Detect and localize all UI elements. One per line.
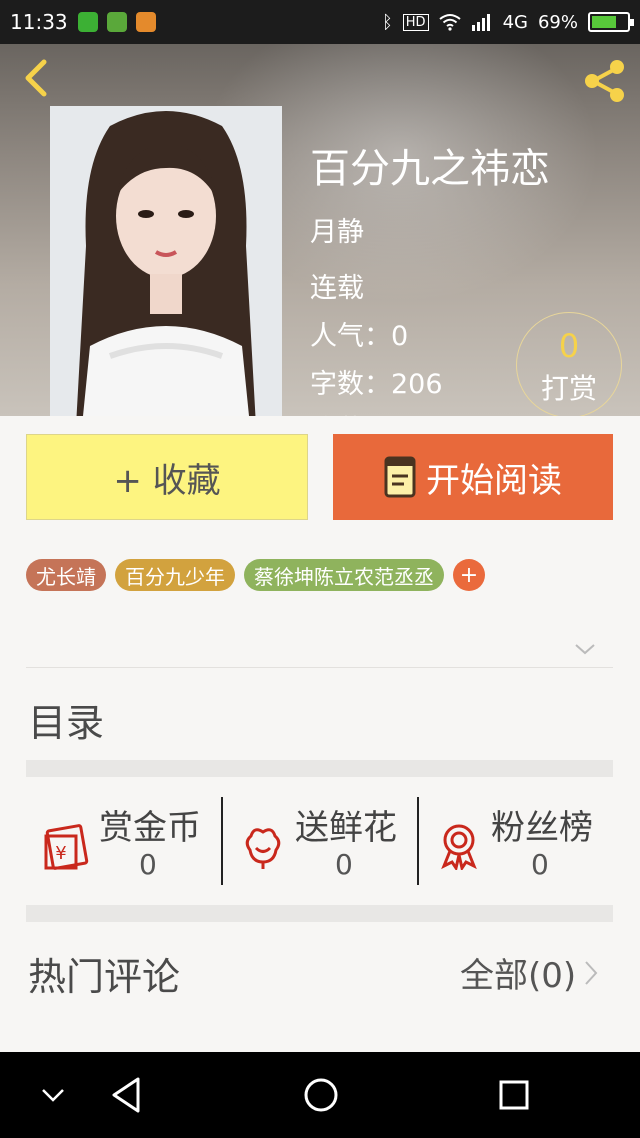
gold-coin-reward[interactable]: ¥ 赏金币 0: [26, 798, 222, 884]
hide-keyboard-icon[interactable]: [36, 1074, 70, 1116]
cover-image: [50, 106, 282, 416]
book-popularity: 人气：0: [310, 321, 409, 352]
money-envelope-icon: ¥: [44, 824, 89, 870]
tag-item[interactable]: 百分九少年: [115, 559, 235, 591]
system-nav-bar: [0, 1052, 640, 1138]
tag-list: 尤长靖 百分九少年 蔡徐坤陈立农范丞丞 +: [26, 559, 485, 591]
status-bar: 11:33 ᛒ HD 4G 69%: [0, 0, 640, 44]
book-title: 百分九之祎恋: [310, 146, 550, 192]
shield-app-icon: [106, 12, 127, 32]
wechat-icon: [77, 12, 98, 32]
network-type: 4G: [502, 11, 528, 33]
send-flowers[interactable]: 送鲜花 0: [222, 798, 418, 884]
book-status: 连载: [310, 273, 364, 304]
book-word-count: 字数：206: [310, 369, 443, 400]
stat-label: 赏金币: [99, 808, 201, 848]
start-reading-button[interactable]: 开始阅读: [333, 434, 613, 520]
book-favorites: 收藏：0: [310, 408, 408, 416]
recents-nav-icon[interactable]: [494, 1074, 534, 1116]
fan-ranking[interactable]: 粉丝榜 0: [418, 798, 614, 884]
mail-app-icon: [135, 12, 156, 32]
book-author[interactable]: 月静: [310, 210, 364, 249]
back-nav-icon[interactable]: [106, 1074, 146, 1116]
flower-icon: [245, 828, 281, 869]
book-icon: [384, 456, 416, 498]
home-nav-icon[interactable]: [300, 1074, 342, 1116]
section-divider: [26, 760, 613, 777]
signal-icon: [471, 14, 490, 31]
stat-value: 0: [335, 848, 353, 881]
hot-comments-title: 热门评论: [28, 955, 181, 999]
status-right: ᛒ HD 4G 69%: [381, 11, 634, 33]
collect-button[interactable]: + 收藏: [26, 434, 308, 520]
book-header: 百分九之祎恋 月静 连载 人气：0 字数：206 收藏：0 0 打赏: [0, 44, 640, 416]
chevron-down-icon[interactable]: [574, 642, 596, 656]
back-button[interactable]: [18, 58, 54, 98]
chevron-right-icon: [585, 960, 598, 985]
wifi-icon: [438, 14, 461, 31]
start-reading-label: 开始阅读: [426, 460, 562, 501]
battery-fill: [592, 16, 616, 28]
book-detail-content: + 收藏 开始阅读 尤长靖 百分九少年 蔡徐坤陈立农范丞丞 + 目录 ¥ 赏金币…: [0, 416, 640, 1052]
divider: [26, 667, 613, 668]
tag-item[interactable]: 蔡徐坤陈立农范丞丞: [244, 559, 444, 591]
collect-label: + 收藏: [113, 460, 221, 501]
status-time: 11:33: [10, 10, 68, 34]
book-cover[interactable]: [50, 106, 282, 416]
stat-value: 0: [139, 848, 157, 881]
catalog-title[interactable]: 目录: [28, 692, 104, 747]
bluetooth-icon: ᛒ: [381, 11, 393, 33]
share-button[interactable]: [582, 58, 628, 104]
reward-label: 打赏: [540, 372, 597, 405]
section-divider: [26, 905, 613, 922]
stat-value: 0: [531, 848, 549, 881]
add-tag-button[interactable]: +: [453, 559, 485, 591]
svg-text:¥: ¥: [55, 843, 66, 864]
stat-label: 粉丝榜: [491, 808, 593, 848]
reward-count: 0: [558, 327, 580, 365]
stat-label: 送鲜花: [295, 808, 397, 848]
all-comments-link[interactable]: 全部(0): [460, 948, 598, 997]
all-comments-label: 全部(0): [460, 956, 577, 996]
medal-icon: [441, 824, 477, 870]
hd-icon: HD: [402, 13, 429, 31]
tag-item[interactable]: 尤长靖: [26, 559, 106, 591]
battery-icon: [588, 12, 634, 32]
battery-text: 69%: [537, 11, 578, 33]
reward-button[interactable]: 0 打赏: [516, 312, 622, 416]
